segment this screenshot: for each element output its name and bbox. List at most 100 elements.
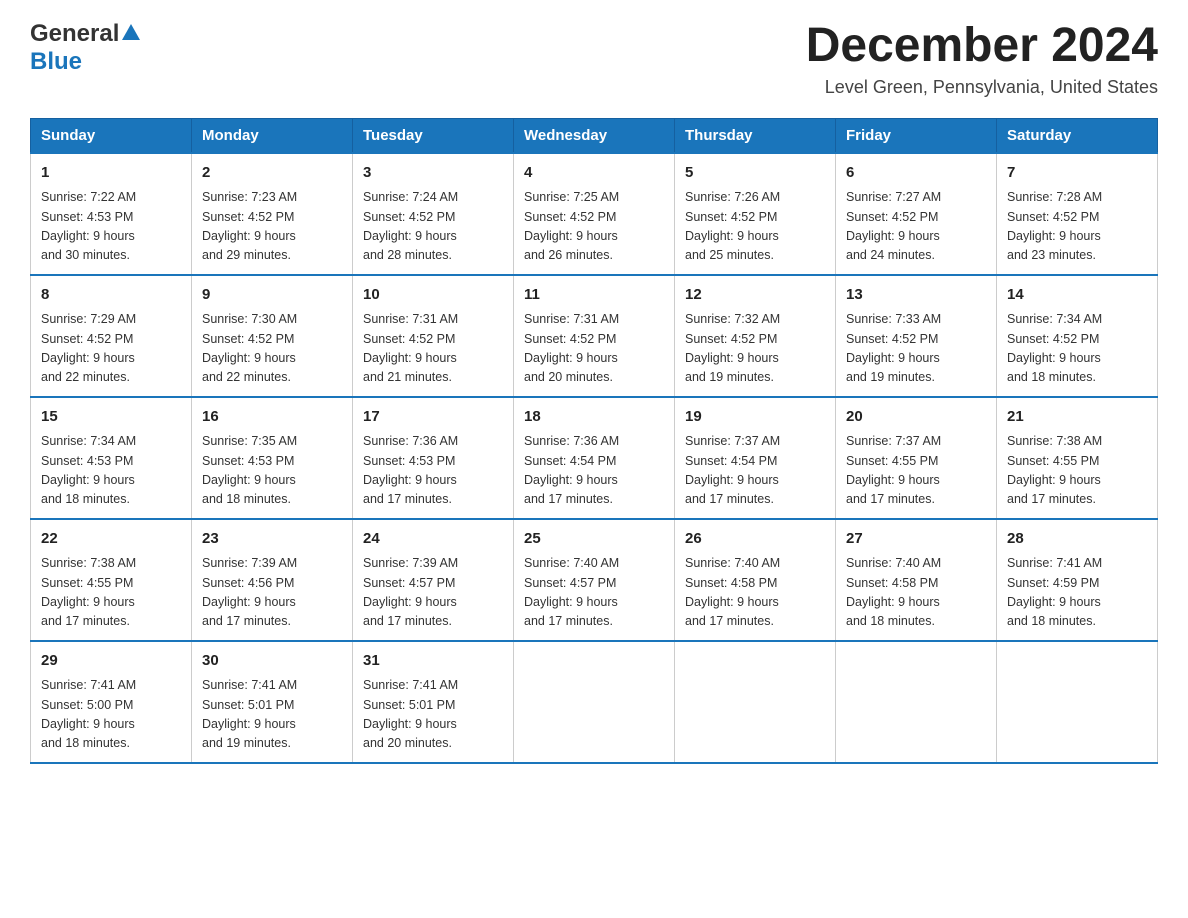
day-number: 2 xyxy=(202,162,342,185)
table-row: 3 Sunrise: 7:24 AMSunset: 4:52 PMDaylight… xyxy=(353,153,514,275)
day-number: 12 xyxy=(685,284,825,307)
logo: General Blue xyxy=(30,20,142,76)
table-row: 4 Sunrise: 7:25 AMSunset: 4:52 PMDaylight… xyxy=(514,153,675,275)
calendar-table: Sunday Monday Tuesday Wednesday Thursday… xyxy=(30,118,1158,764)
table-row: 6 Sunrise: 7:27 AMSunset: 4:52 PMDaylight… xyxy=(836,153,997,275)
day-info: Sunrise: 7:33 AMSunset: 4:52 PMDaylight:… xyxy=(846,310,986,388)
day-number: 16 xyxy=(202,406,342,429)
table-row: 12 Sunrise: 7:32 AMSunset: 4:52 PMDayligh… xyxy=(675,275,836,397)
location-subtitle: Level Green, Pennsylvania, United States xyxy=(806,77,1158,98)
day-info: Sunrise: 7:32 AMSunset: 4:52 PMDaylight:… xyxy=(685,310,825,388)
logo-general-text: General xyxy=(30,20,119,48)
day-info: Sunrise: 7:38 AMSunset: 4:55 PMDaylight:… xyxy=(41,554,181,632)
day-info: Sunrise: 7:28 AMSunset: 4:52 PMDaylight:… xyxy=(1007,188,1147,266)
day-number: 15 xyxy=(41,406,181,429)
page-header: General Blue December 2024 Level Green, … xyxy=(30,20,1158,98)
calendar-header-row: Sunday Monday Tuesday Wednesday Thursday… xyxy=(31,118,1158,153)
table-row: 24 Sunrise: 7:39 AMSunset: 4:57 PMDayligh… xyxy=(353,519,514,641)
day-info: Sunrise: 7:40 AMSunset: 4:58 PMDaylight:… xyxy=(846,554,986,632)
day-number: 10 xyxy=(363,284,503,307)
day-info: Sunrise: 7:31 AMSunset: 4:52 PMDaylight:… xyxy=(363,310,503,388)
day-number: 25 xyxy=(524,528,664,551)
header-friday: Friday xyxy=(836,118,997,153)
day-number: 21 xyxy=(1007,406,1147,429)
table-row: 19 Sunrise: 7:37 AMSunset: 4:54 PMDayligh… xyxy=(675,397,836,519)
day-number: 31 xyxy=(363,650,503,673)
table-row: 25 Sunrise: 7:40 AMSunset: 4:57 PMDayligh… xyxy=(514,519,675,641)
logo-blue-text: Blue xyxy=(30,48,82,75)
day-number: 4 xyxy=(524,162,664,185)
table-row: 20Sunrise: 7:37 AMSunset: 4:55 PMDayligh… xyxy=(836,397,997,519)
day-number: 22 xyxy=(41,528,181,551)
table-row: 31Sunrise: 7:41 AMSunset: 5:01 PMDayligh… xyxy=(353,641,514,763)
table-row: 30 Sunrise: 7:41 AMSunset: 5:01 PMDayligh… xyxy=(192,641,353,763)
day-number: 18 xyxy=(524,406,664,429)
table-row: 29Sunrise: 7:41 AMSunset: 5:00 PMDayligh… xyxy=(31,641,192,763)
day-number: 28 xyxy=(1007,528,1147,551)
header-wednesday: Wednesday xyxy=(514,118,675,153)
logo-icon xyxy=(120,22,142,44)
header-thursday: Thursday xyxy=(675,118,836,153)
day-number: 11 xyxy=(524,284,664,307)
day-info: Sunrise: 7:41 AMSunset: 5:00 PMDaylight:… xyxy=(41,676,181,754)
table-row: 9 Sunrise: 7:30 AMSunset: 4:52 PMDaylight… xyxy=(192,275,353,397)
day-info: Sunrise: 7:38 AMSunset: 4:55 PMDaylight:… xyxy=(1007,432,1147,510)
table-row: 11 Sunrise: 7:31 AMSunset: 4:52 PMDayligh… xyxy=(514,275,675,397)
day-info: Sunrise: 7:40 AMSunset: 4:57 PMDaylight:… xyxy=(524,554,664,632)
table-row xyxy=(997,641,1158,763)
header-tuesday: Tuesday xyxy=(353,118,514,153)
month-title: December 2024 xyxy=(806,20,1158,73)
table-row: 10 Sunrise: 7:31 AMSunset: 4:52 PMDayligh… xyxy=(353,275,514,397)
day-info: Sunrise: 7:23 AMSunset: 4:52 PMDaylight:… xyxy=(202,188,342,266)
day-info: Sunrise: 7:29 AMSunset: 4:52 PMDaylight:… xyxy=(41,310,181,388)
day-info: Sunrise: 7:22 AMSunset: 4:53 PMDaylight:… xyxy=(41,188,181,266)
day-number: 30 xyxy=(202,650,342,673)
day-info: Sunrise: 7:31 AMSunset: 4:52 PMDaylight:… xyxy=(524,310,664,388)
day-info: Sunrise: 7:26 AMSunset: 4:52 PMDaylight:… xyxy=(685,188,825,266)
day-number: 7 xyxy=(1007,162,1147,185)
day-info: Sunrise: 7:30 AMSunset: 4:52 PMDaylight:… xyxy=(202,310,342,388)
day-number: 20 xyxy=(846,406,986,429)
day-info: Sunrise: 7:41 AMSunset: 5:01 PMDaylight:… xyxy=(202,676,342,754)
day-info: Sunrise: 7:37 AMSunset: 4:54 PMDaylight:… xyxy=(685,432,825,510)
table-row: 13 Sunrise: 7:33 AMSunset: 4:52 PMDayligh… xyxy=(836,275,997,397)
day-info: Sunrise: 7:24 AMSunset: 4:52 PMDaylight:… xyxy=(363,188,503,266)
table-row xyxy=(675,641,836,763)
table-row: 23 Sunrise: 7:39 AMSunset: 4:56 PMDayligh… xyxy=(192,519,353,641)
table-row: 27 Sunrise: 7:40 AMSunset: 4:58 PMDayligh… xyxy=(836,519,997,641)
calendar-week-4: 22 Sunrise: 7:38 AMSunset: 4:55 PMDayligh… xyxy=(31,519,1158,641)
table-row: 7 Sunrise: 7:28 AMSunset: 4:52 PMDaylight… xyxy=(997,153,1158,275)
day-info: Sunrise: 7:34 AMSunset: 4:52 PMDaylight:… xyxy=(1007,310,1147,388)
day-number: 13 xyxy=(846,284,986,307)
day-number: 23 xyxy=(202,528,342,551)
day-number: 6 xyxy=(846,162,986,185)
table-row: 22 Sunrise: 7:38 AMSunset: 4:55 PMDayligh… xyxy=(31,519,192,641)
day-number: 19 xyxy=(685,406,825,429)
day-number: 8 xyxy=(41,284,181,307)
day-number: 14 xyxy=(1007,284,1147,307)
day-info: Sunrise: 7:39 AMSunset: 4:57 PMDaylight:… xyxy=(363,554,503,632)
day-number: 5 xyxy=(685,162,825,185)
table-row: 26 Sunrise: 7:40 AMSunset: 4:58 PMDayligh… xyxy=(675,519,836,641)
header-monday: Monday xyxy=(192,118,353,153)
day-info: Sunrise: 7:25 AMSunset: 4:52 PMDaylight:… xyxy=(524,188,664,266)
day-number: 27 xyxy=(846,528,986,551)
table-row: 1 Sunrise: 7:22 AMSunset: 4:53 PMDaylight… xyxy=(31,153,192,275)
day-number: 9 xyxy=(202,284,342,307)
table-row: 15 Sunrise: 7:34 AMSunset: 4:53 PMDayligh… xyxy=(31,397,192,519)
day-number: 24 xyxy=(363,528,503,551)
header-saturday: Saturday xyxy=(997,118,1158,153)
title-area: December 2024 Level Green, Pennsylvania,… xyxy=(806,20,1158,98)
day-info: Sunrise: 7:36 AMSunset: 4:54 PMDaylight:… xyxy=(524,432,664,510)
day-info: Sunrise: 7:27 AMSunset: 4:52 PMDaylight:… xyxy=(846,188,986,266)
table-row xyxy=(836,641,997,763)
day-info: Sunrise: 7:40 AMSunset: 4:58 PMDaylight:… xyxy=(685,554,825,632)
day-info: Sunrise: 7:39 AMSunset: 4:56 PMDaylight:… xyxy=(202,554,342,632)
day-number: 3 xyxy=(363,162,503,185)
day-info: Sunrise: 7:35 AMSunset: 4:53 PMDaylight:… xyxy=(202,432,342,510)
day-info: Sunrise: 7:34 AMSunset: 4:53 PMDaylight:… xyxy=(41,432,181,510)
day-info: Sunrise: 7:41 AMSunset: 4:59 PMDaylight:… xyxy=(1007,554,1147,632)
day-number: 1 xyxy=(41,162,181,185)
table-row: 5 Sunrise: 7:26 AMSunset: 4:52 PMDaylight… xyxy=(675,153,836,275)
day-number: 26 xyxy=(685,528,825,551)
